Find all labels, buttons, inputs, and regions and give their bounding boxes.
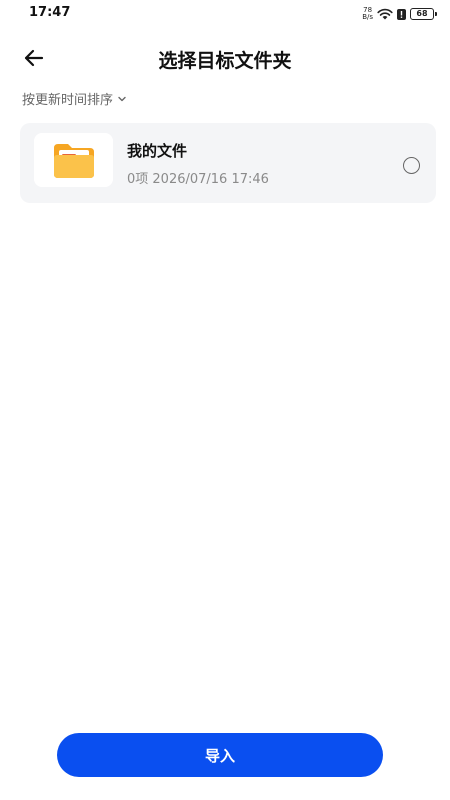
status-bar: 17:47 78 B/s 68	[0, 0, 450, 28]
folder-meta: 0项 2026/07/16 17:46	[127, 172, 269, 187]
chevron-down-icon	[118, 96, 126, 101]
wifi-icon	[377, 8, 393, 20]
folder-list-item[interactable]: 我的文件 0项 2026/07/16 17:46	[20, 123, 436, 203]
import-button[interactable]: 导入	[57, 733, 383, 777]
page-title: 选择目标文件夹	[158, 50, 292, 72]
battery-icon: 68	[410, 8, 437, 20]
folder-picker-screen: 17:47 78 B/s 68 选择目标文件夹 按更新时间排序 我的文件 0项 …	[0, 0, 450, 800]
folder-icon	[53, 144, 94, 178]
network-speed-unit: B/s	[362, 13, 373, 21]
top-app-bar: 选择目标文件夹	[0, 40, 450, 76]
status-icons: 78 B/s 68	[362, 7, 437, 21]
folder-select-radio[interactable]	[403, 157, 420, 174]
sort-label: 按更新时间排序	[22, 93, 114, 108]
status-time: 17:47	[29, 5, 71, 20]
sort-dropdown[interactable]: 按更新时间排序	[22, 89, 127, 108]
alert-icon	[397, 8, 406, 20]
folder-thumbnail	[34, 133, 113, 187]
folder-name: 我的文件	[127, 142, 188, 160]
network-speed: 78 B/s	[362, 7, 373, 21]
